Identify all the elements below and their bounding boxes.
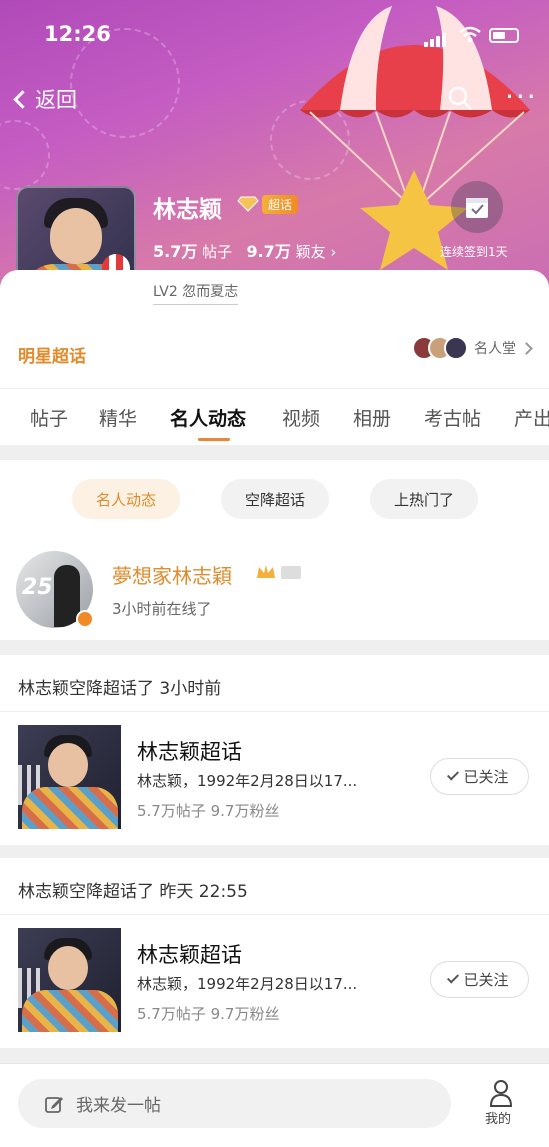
user-level[interactable]: LV2 忽而夏志 <box>153 281 239 305</box>
topic-info-card: LV2 忽而夏志 明星超话 名人堂 帖子 精华 名人动态 视频 相册 考古帖 产… <box>0 270 549 445</box>
topic-card-description: 林志颖，1992年2月28日以17... <box>137 772 358 790</box>
signal-icon <box>424 28 448 47</box>
tab-essence[interactable]: 精华 <box>99 404 137 431</box>
status-bar: 12:26 <box>0 0 549 70</box>
check-icon <box>447 768 460 781</box>
topic-name: 林志颖 <box>153 197 222 223</box>
topic-card-title[interactable]: 林志颖超话 <box>137 736 242 766</box>
topic-card-title[interactable]: 林志颖超话 <box>137 939 242 969</box>
tab-posts[interactable]: 帖子 <box>30 404 68 431</box>
edit-icon <box>45 1096 63 1113</box>
filter-celebrity-news[interactable]: 名人动态 <box>72 479 180 519</box>
tab-bar: 帖子 精华 名人动态 视频 相册 考古帖 产出 <box>0 388 549 444</box>
firework-decoration <box>0 120 50 190</box>
profile-icon[interactable] <box>489 1079 513 1107</box>
online-status: 3小时前在线了 <box>112 600 212 618</box>
calendar-check-icon <box>466 198 488 218</box>
topic-card-stats: 5.7万帖子 9.7万粉丝 <box>137 802 280 820</box>
tab-celebrity-news[interactable]: 名人动态 <box>170 404 246 431</box>
celebrity-section: 名人动态 空降超话 上热门了 25 夢想家林志穎 3小时前在线了 <box>0 460 549 640</box>
check-icon <box>447 971 460 984</box>
battery-icon <box>489 28 519 43</box>
wifi-icon <box>459 26 481 43</box>
tag-icon <box>281 566 301 579</box>
members-label[interactable]: 颖友 <box>296 243 326 261</box>
tab-albums[interactable]: 相册 <box>353 404 391 431</box>
back-button[interactable]: 返回 <box>13 84 77 114</box>
topic-thumbnail[interactable] <box>18 725 121 829</box>
follow-label: 已关注 <box>463 971 509 989</box>
followed-button[interactable]: 已关注 <box>430 758 529 795</box>
feed-item-title: 林志颖空降超话了 3小时前 <box>18 679 222 699</box>
posts-count: 5.7万 <box>153 242 198 261</box>
follow-label: 已关注 <box>463 768 509 786</box>
verified-icon <box>76 610 94 628</box>
hall-label: 名人堂 <box>474 341 516 357</box>
followed-button[interactable]: 已关注 <box>430 961 529 998</box>
tab-archaeology[interactable]: 考古帖 <box>424 404 481 431</box>
search-icon[interactable] <box>447 85 473 111</box>
back-label: 返回 <box>35 88 77 112</box>
posts-label: 帖子 <box>202 243 233 261</box>
feed-item-title: 林志颖空降超话了 昨天 22:55 <box>18 882 248 902</box>
topic-card-stats: 5.7万帖子 9.7万粉丝 <box>137 1005 280 1023</box>
hall-of-fame-link[interactable]: 名人堂 <box>412 336 533 360</box>
status-time: 12:26 <box>44 22 111 46</box>
topic-card-description: 林志颖，1992年2月28日以17... <box>137 975 358 993</box>
chaohua-badge: 超话 <box>262 195 299 214</box>
members-arrow-icon[interactable]: › <box>330 243 336 261</box>
chevron-left-icon <box>13 89 32 109</box>
members-count: 9.7万 <box>246 242 291 261</box>
active-tab-indicator <box>198 438 230 441</box>
checkin-label: 连续签到1天 <box>440 245 508 259</box>
compose-placeholder: 我来发一帖 <box>76 1096 161 1116</box>
tab-videos[interactable]: 视频 <box>282 404 320 431</box>
tab-output[interactable]: 产出 <box>514 404 549 431</box>
diamond-icon <box>237 196 259 212</box>
hall-avatar <box>444 336 468 360</box>
topic-category[interactable]: 明星超话 <box>18 342 86 367</box>
checkin-button[interactable] <box>451 181 503 233</box>
filter-trending[interactable]: 上热门了 <box>370 479 478 519</box>
topic-thumbnail[interactable] <box>18 928 121 1032</box>
filter-airdrop[interactable]: 空降超话 <box>221 479 329 519</box>
crown-icon <box>257 565 275 578</box>
more-icon[interactable]: ··· <box>505 83 538 111</box>
bottom-bar: 我来发一帖 我的 <box>0 1063 549 1147</box>
feed-item: 林志颖空降超话了 3小时前 林志颖超话 林志颖，1992年2月28日以17...… <box>0 655 549 845</box>
feed-item: 林志颖空降超话了 昨天 22:55 林志颖超话 林志颖，1992年2月28日以1… <box>0 858 549 1048</box>
topic-stats: 5.7万 帖子 9.7万 颖友 › <box>153 238 336 262</box>
compose-post-button[interactable]: 我来发一帖 <box>18 1079 451 1128</box>
profile-label[interactable]: 我的 <box>485 1108 511 1127</box>
celebrity-name[interactable]: 夢想家林志穎 <box>112 560 232 589</box>
chevron-right-icon <box>520 341 533 355</box>
avatar-number: 25 <box>22 575 53 600</box>
